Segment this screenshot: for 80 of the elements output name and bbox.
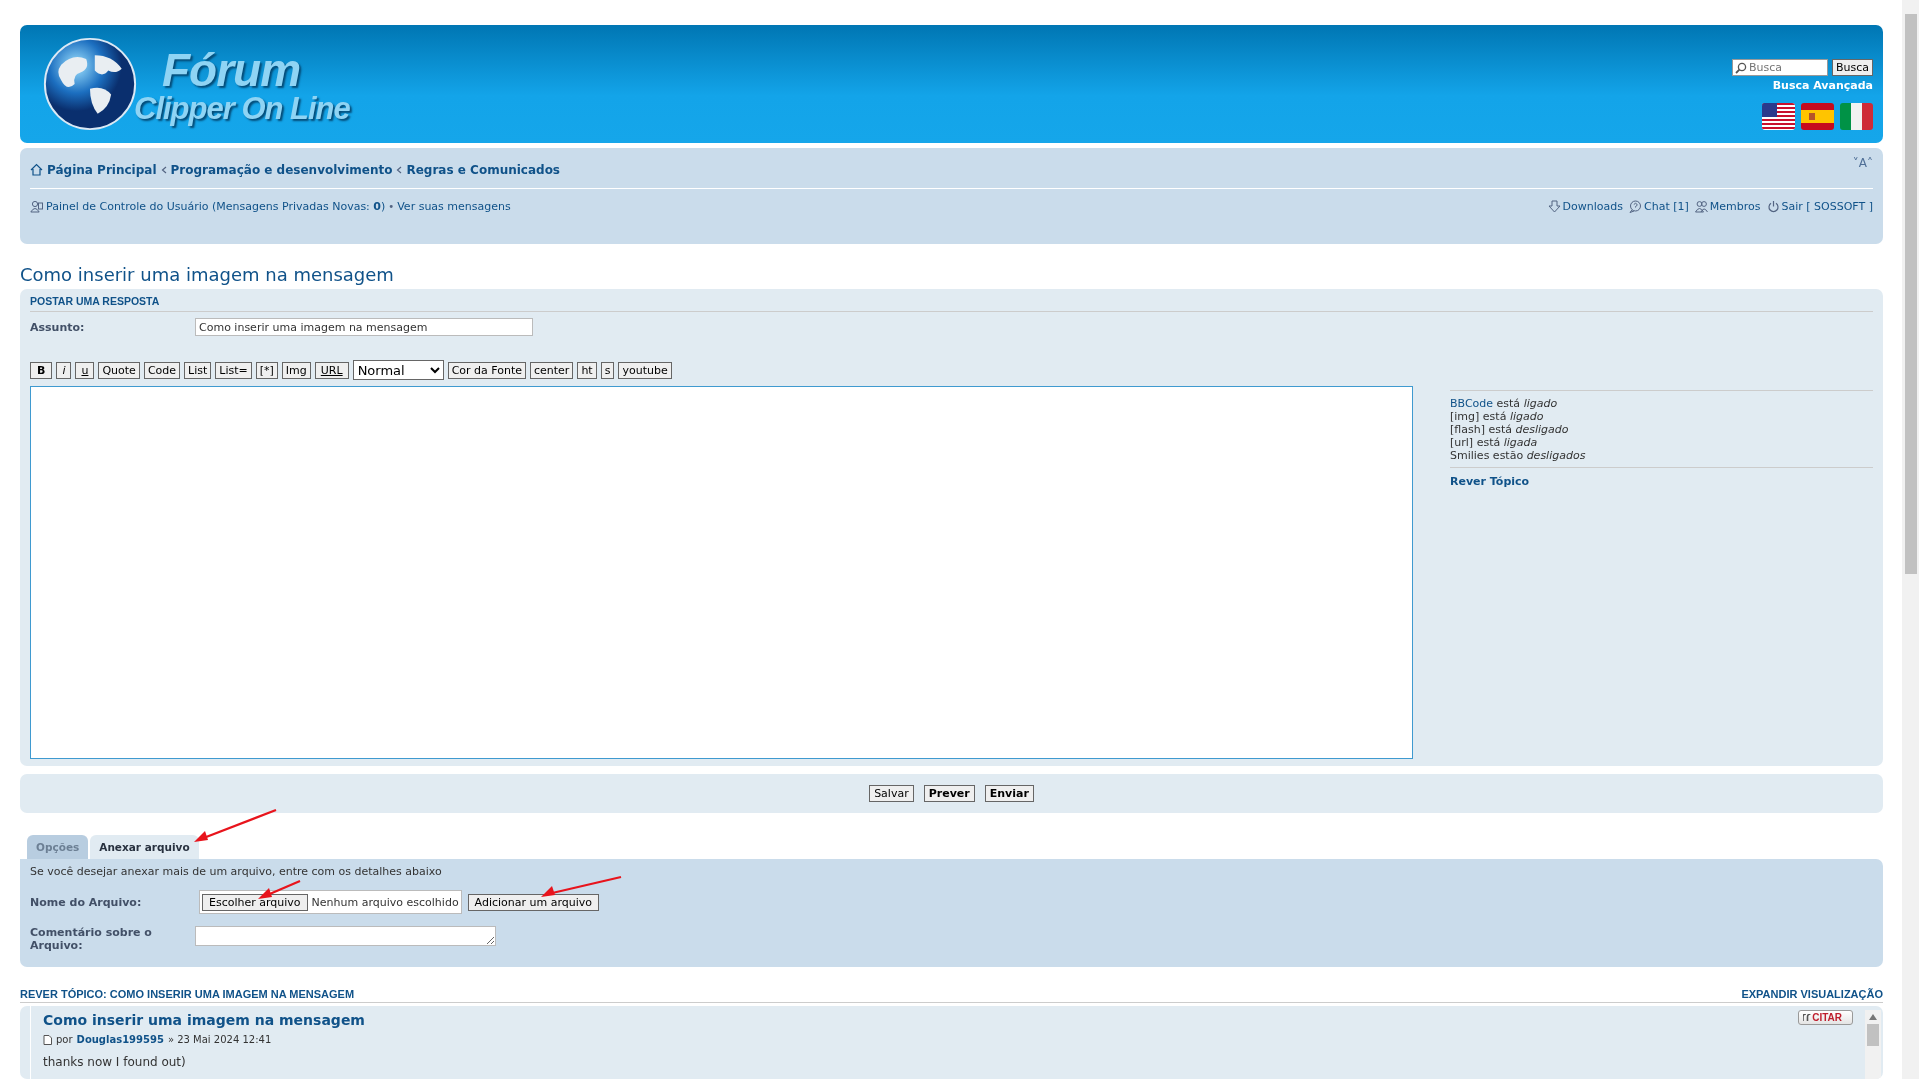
download-icon	[1547, 199, 1561, 213]
format-button[interactable]: s	[600, 361, 615, 379]
messages-link[interactable]: Ver suas mensagens	[397, 199, 511, 213]
section-heading: REVER TÓPICO: COMO INSERIR UMA IMAGEM NA MENSAGEM	[20, 988, 355, 1000]
bbcode-link[interactable]: BBCode	[1450, 397, 1494, 410]
members-icon	[1694, 199, 1708, 213]
logo-subtitle: Clipper On Line	[134, 93, 350, 125]
user-panel-icon	[30, 199, 43, 213]
field-label: Assunto:	[30, 320, 86, 334]
cite-button[interactable]: CITAR	[1798, 1010, 1853, 1025]
expand-view-link[interactable]: EXPANDIR VISUALIZAÇÃO	[1741, 988, 1883, 1000]
document-icon	[43, 1034, 52, 1045]
scroll-up-icon	[1869, 1014, 1877, 1020]
breadcrumb-link[interactable]: Página Principal	[47, 162, 157, 177]
user-link[interactable]: Chat [1]	[1644, 199, 1689, 213]
chevron-icon	[396, 165, 403, 174]
format-button[interactable]: Cor da Fonte	[447, 361, 526, 379]
post-body: thanks now I found out)	[43, 1055, 187, 1069]
tab[interactable]: Anexar arquivo	[90, 835, 199, 859]
breadcrumb-link[interactable]: Regras e Comunicados	[406, 162, 560, 177]
option-status: [img] está ligado	[1450, 410, 1545, 423]
scrollbar[interactable]	[1902, 0, 1919, 1079]
subject-field[interactable]: Como inserir uma imagem na mensagem	[195, 318, 533, 336]
section-heading: POSTAR UMA RESPOSTA	[30, 295, 1873, 312]
comment-field[interactable]	[195, 926, 496, 946]
scrollbar-thumb[interactable]	[1904, 14, 1917, 574]
format-button[interactable]: youtube	[618, 361, 672, 379]
format-button[interactable]: center	[530, 361, 574, 379]
bullet: •	[388, 200, 395, 212]
format-button[interactable]: Quote	[98, 361, 140, 379]
topic-title: Como inserir uma imagem na mensagem	[20, 264, 395, 285]
submit-button[interactable]: Prever	[923, 785, 975, 802]
option-status: [flash] está desligado	[1450, 423, 1570, 436]
user-link[interactable]: Sair [ SOSSOFT ]	[1781, 199, 1873, 213]
option-status: Smilies estão desligados	[1450, 449, 1587, 462]
format-button[interactable]: Code	[143, 361, 181, 379]
breadcrumb-link[interactable]: Programação e desenvolvimento	[170, 162, 393, 177]
format-button[interactable]: ht	[577, 361, 597, 379]
instruction-text: Se você desejar anexar mais de um arquivo, entre com os detalhes abaixo	[30, 865, 443, 878]
search-button[interactable]: Busca	[1831, 59, 1873, 76]
format-button[interactable]: B	[30, 361, 53, 379]
search-icon	[1734, 62, 1747, 74]
author-link[interactable]: Douglas199595	[76, 1034, 164, 1045]
flag-icon[interactable]	[1840, 103, 1873, 130]
format-button[interactable]: [*]	[255, 361, 278, 379]
post-scrollbar[interactable]	[1865, 1010, 1881, 1079]
message-field[interactable]	[30, 386, 1413, 759]
scrollbar-thumb[interactable]	[1867, 1024, 1879, 1046]
format-button[interactable]: Img	[281, 361, 311, 379]
byline-text: por	[56, 1034, 73, 1045]
format-button[interactable]: List	[184, 361, 212, 379]
format-button[interactable]: List=	[215, 361, 252, 379]
quote-mark-icon	[1803, 1014, 1812, 1021]
field-label: Comentário sobre o Arquivo:	[30, 926, 153, 952]
add-file-button[interactable]: Adicionar um arquivo	[467, 893, 600, 911]
post-date: » 23 Mai 2024 12:41	[167, 1034, 272, 1045]
power-icon	[1766, 199, 1780, 213]
user-link[interactable]: Membros	[1709, 199, 1761, 213]
control-panel-link[interactable]: Painel de Controle do Usuário (Mensagens Privadas Novas: 0)	[46, 199, 386, 213]
home-icon	[30, 163, 43, 176]
choose-file-button[interactable]: Escolher arquivo	[202, 893, 308, 911]
option-status: [url] está ligada	[1450, 436, 1539, 449]
format-button[interactable]: URL	[314, 361, 349, 379]
post-title-link[interactable]: Como inserir uma imagem na mensagem	[43, 1012, 365, 1028]
user-link[interactable]: Downloads	[1562, 199, 1623, 213]
review-topic-link[interactable]: Rever Tópico	[1450, 475, 1530, 488]
search-field[interactable]: Busca	[1731, 59, 1828, 76]
flag-icon[interactable]	[1762, 103, 1795, 130]
font-size-select[interactable]: Normal	[352, 360, 444, 380]
chevron-icon	[160, 165, 167, 174]
field-label: Nome do Arquivo:	[30, 895, 143, 909]
help-icon	[1629, 199, 1642, 213]
format-button[interactable]: i	[56, 361, 72, 379]
logo-title: Fórum	[162, 47, 302, 93]
file-input[interactable]: Escolher arquivo Nenhum arquivo escolhido	[199, 890, 462, 914]
format-button[interactable]: u	[75, 361, 95, 379]
submit-button[interactable]: Enviar	[984, 785, 1034, 802]
submit-button[interactable]: Salvar	[869, 785, 914, 802]
option-status: BBCode está ligado	[1450, 397, 1559, 410]
font-size-control[interactable]: ˅A˄	[1852, 156, 1873, 170]
